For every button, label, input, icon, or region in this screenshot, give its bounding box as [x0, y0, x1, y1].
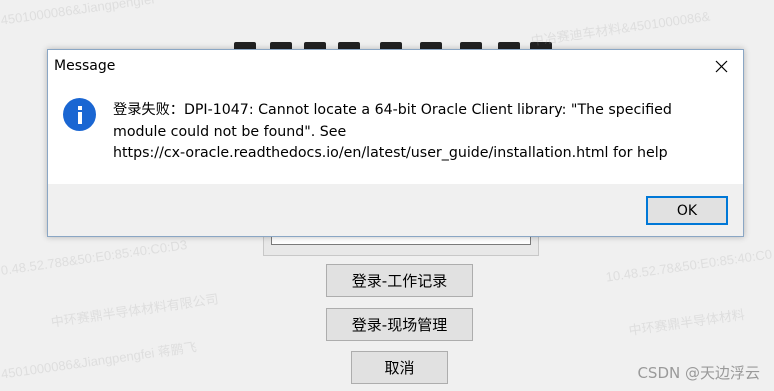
- dialog-content: 登录失败：DPI-1047: Cannot locate a 64-bit Or…: [48, 83, 743, 184]
- close-icon: [715, 60, 727, 73]
- watermark-text: 4501000086&Jiangpengfei 蒋鹏飞: [0, 339, 198, 382]
- error-message-line: 登录失败：DPI-1047: Cannot locate a 64-bit Or…: [113, 102, 672, 118]
- login-work-record-button[interactable]: 登录-工作记录: [326, 264, 473, 297]
- watermark-text: 中环赛鼎半导体材料有限公司: [49, 291, 220, 330]
- login-site-management-button[interactable]: 登录-现场管理: [326, 308, 473, 341]
- dialog-title: Message: [54, 58, 116, 74]
- watermark-text: 0.48.52.788&50:E0:85:40:C0:D3: [0, 236, 189, 279]
- error-message-line: module could not be found". See: [113, 123, 347, 140]
- error-message: 登录失败：DPI-1047: Cannot locate a 64-bit Or…: [113, 100, 713, 165]
- watermark-text: 中环赛鼎半导体材料: [627, 306, 746, 339]
- ok-button[interactable]: OK: [646, 196, 728, 225]
- dialog-footer: OK: [48, 184, 743, 236]
- watermark-text: 4501000086&Jiangpengfei: [0, 0, 155, 28]
- error-message-line: https://cx-oracle.readthedocs.io/en/late…: [113, 145, 668, 161]
- csdn-credit: CSDN @天边浮云: [637, 364, 760, 382]
- watermark-text: 10.48.52.78&50:E0:85:40:C0: [604, 246, 773, 285]
- message-dialog: Message 登录失败：DPI-1047: Cannot locate a 6…: [47, 49, 744, 237]
- info-icon: [63, 98, 96, 131]
- cancel-button[interactable]: 取消: [351, 351, 448, 384]
- close-button[interactable]: [699, 50, 743, 83]
- dialog-titlebar[interactable]: Message: [48, 50, 743, 83]
